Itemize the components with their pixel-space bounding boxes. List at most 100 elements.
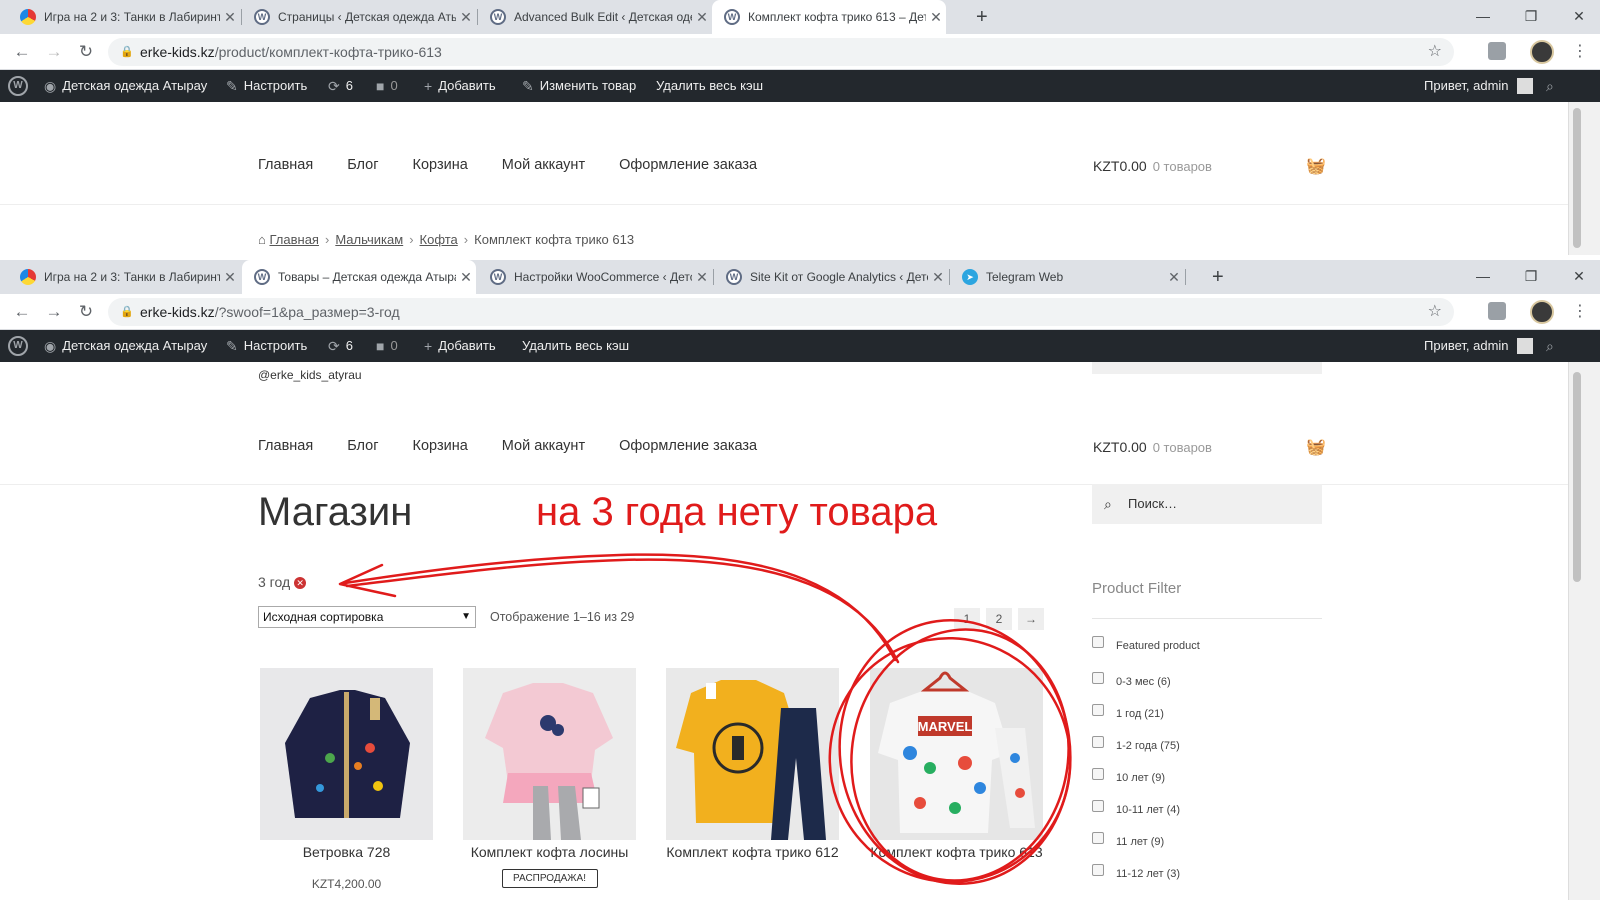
front-tab-4[interactable]: W Site Kit от Google Analytics ‹ Детская… bbox=[714, 260, 948, 294]
basket-icon[interactable]: 🧺 bbox=[1306, 156, 1326, 176]
product-image[interactable]: MARVEL bbox=[870, 668, 1043, 840]
product-image[interactable] bbox=[260, 668, 433, 840]
filter-checkbox[interactable]: Featured product bbox=[1092, 636, 1200, 652]
product-name[interactable]: Комплект кофта лосины bbox=[463, 844, 636, 861]
nav-cart[interactable]: Корзина bbox=[413, 157, 468, 173]
nav-blog[interactable]: Блог bbox=[347, 438, 378, 454]
admin-clear-cache-link[interactable]: Удалить весь кэш bbox=[656, 70, 763, 102]
minimize-button[interactable]: — bbox=[1460, 0, 1506, 34]
close-window-button[interactable]: ✕ bbox=[1556, 260, 1600, 294]
admin-updates-link[interactable]: ⟳ 6 bbox=[328, 70, 353, 102]
nav-home[interactable]: Главная bbox=[258, 157, 313, 173]
close-icon[interactable]: ✕ bbox=[456, 9, 476, 26]
profile-avatar[interactable] bbox=[1530, 300, 1554, 324]
admin-customize-link[interactable]: ✎ Настроить bbox=[226, 70, 307, 102]
filter-checkbox[interactable]: 1-2 года (75) bbox=[1092, 736, 1180, 752]
product-image[interactable] bbox=[463, 668, 636, 840]
nav-checkout[interactable]: Оформление заказа bbox=[619, 157, 757, 173]
product-name[interactable]: Ветровка 728 bbox=[260, 844, 433, 861]
product-search-input[interactable]: ⌕ Поиск… bbox=[1092, 484, 1322, 524]
kebab-menu-icon[interactable]: ⋮ bbox=[1572, 294, 1588, 330]
forward-arrow-icon[interactable]: → bbox=[42, 34, 66, 70]
close-icon[interactable]: ✕ bbox=[456, 269, 476, 286]
front-tab-3[interactable]: W Настройки WooCommerce ‹ Детская ✕ bbox=[478, 260, 712, 294]
back-arrow-icon[interactable]: ← bbox=[10, 294, 34, 330]
header-cart[interactable]: KZT0.00 0 товаров bbox=[1093, 439, 1212, 455]
next-page-link[interactable]: → bbox=[1018, 608, 1044, 630]
close-window-button[interactable]: ✕ bbox=[1556, 0, 1600, 34]
profile-avatar[interactable] bbox=[1530, 40, 1554, 64]
product-card[interactable]: Комплект кофта трико 612 bbox=[666, 668, 839, 861]
wp-logo[interactable]: W bbox=[8, 70, 28, 102]
product-name[interactable]: Комплект кофта трико 612 bbox=[666, 844, 839, 861]
wp-logo[interactable]: W bbox=[8, 330, 28, 362]
restore-button[interactable]: ❐ bbox=[1508, 0, 1554, 34]
product-card[interactable]: Ветровка 728 KZT4,200.00 bbox=[260, 668, 433, 891]
page-2-link[interactable]: 2 bbox=[986, 608, 1012, 630]
product-name[interactable]: Комплект кофта трико 613 bbox=[870, 844, 1043, 861]
back-scrollbar[interactable] bbox=[1568, 102, 1600, 255]
checkbox[interactable] bbox=[1092, 636, 1104, 648]
product-card[interactable]: MARVEL Комплект кофта трико 613 bbox=[870, 668, 1043, 861]
active-filter-chip[interactable]: 3 год ✕ bbox=[258, 574, 307, 590]
reload-icon[interactable]: ↻ bbox=[74, 34, 98, 70]
admin-site-link[interactable]: ◉ Детская одежда Атырау bbox=[44, 330, 207, 362]
address-bar[interactable]: 🔒 erke-kids.kz/product/комплект-кофта-тр… bbox=[108, 38, 1454, 66]
admin-customize-link[interactable]: ✎ Настроить bbox=[226, 330, 307, 362]
admin-search-icon[interactable]: ⌕ bbox=[1546, 70, 1560, 102]
filter-checkbox[interactable]: 10-11 лет (4) bbox=[1092, 800, 1180, 816]
kebab-menu-icon[interactable]: ⋮ bbox=[1572, 34, 1588, 70]
new-tab-button[interactable]: + bbox=[1212, 260, 1224, 294]
admin-account-link[interactable]: Привет, admin bbox=[1424, 330, 1533, 362]
basket-icon[interactable]: 🧺 bbox=[1306, 437, 1326, 457]
close-icon[interactable]: ✕ bbox=[692, 9, 712, 26]
nav-account[interactable]: Мой аккаунт bbox=[502, 157, 585, 173]
nav-blog[interactable]: Блог bbox=[347, 157, 378, 173]
header-cart[interactable]: KZT0.00 0 товаров bbox=[1093, 158, 1212, 174]
close-icon[interactable]: ✕ bbox=[926, 9, 946, 26]
back-tab-4-active[interactable]: W Комплект кофта трико 613 – Детская ✕ bbox=[712, 0, 946, 34]
bookmark-star-icon[interactable]: ☆ bbox=[1428, 38, 1442, 66]
extension-icon[interactable] bbox=[1488, 302, 1506, 320]
filter-checkbox[interactable]: 11-12 лет (3) bbox=[1092, 864, 1180, 880]
checkbox[interactable] bbox=[1092, 672, 1104, 684]
back-tab-1[interactable]: Игра на 2 и 3: Танки в Лабиринте ✕ bbox=[8, 0, 240, 34]
checkbox[interactable] bbox=[1092, 800, 1104, 812]
front-tab-1[interactable]: Игра на 2 и 3: Танки в Лабиринте ✕ bbox=[8, 260, 240, 294]
front-tab-2-active[interactable]: W Товары – Детская одежда Атырау ✕ bbox=[242, 260, 476, 294]
forward-arrow-icon[interactable]: → bbox=[42, 294, 66, 330]
nav-checkout[interactable]: Оформление заказа bbox=[619, 438, 757, 454]
admin-comments-link[interactable]: ■ 0 bbox=[376, 70, 398, 102]
scrollbar-thumb[interactable] bbox=[1573, 108, 1581, 248]
new-tab-button[interactable]: + bbox=[976, 0, 988, 34]
close-icon[interactable]: ✕ bbox=[928, 269, 948, 286]
filter-checkbox[interactable]: 0-3 мес (6) bbox=[1092, 672, 1171, 688]
product-image[interactable] bbox=[666, 668, 839, 840]
checkbox[interactable] bbox=[1092, 736, 1104, 748]
breadcrumb-sweater[interactable]: Кофта bbox=[420, 232, 458, 247]
back-arrow-icon[interactable]: ← bbox=[10, 34, 34, 70]
front-tab-5[interactable]: ➤ Telegram Web ✕ bbox=[950, 260, 1184, 294]
breadcrumb-boys[interactable]: Мальчикам bbox=[335, 232, 403, 247]
checkbox[interactable] bbox=[1092, 864, 1104, 876]
remove-filter-icon[interactable]: ✕ bbox=[294, 577, 307, 589]
admin-add-link[interactable]: + Добавить bbox=[424, 70, 496, 102]
minimize-button[interactable]: — bbox=[1460, 260, 1506, 294]
checkbox[interactable] bbox=[1092, 768, 1104, 780]
admin-account-link[interactable]: Привет, admin bbox=[1424, 70, 1533, 102]
filter-checkbox[interactable]: 1 год (21) bbox=[1092, 704, 1164, 720]
breadcrumb-home[interactable]: Главная bbox=[269, 232, 318, 247]
checkbox[interactable] bbox=[1092, 832, 1104, 844]
scrollbar-thumb[interactable] bbox=[1573, 372, 1581, 582]
close-icon[interactable]: ✕ bbox=[1164, 269, 1184, 286]
back-tab-2[interactable]: W Страницы ‹ Детская одежда Атырау ✕ bbox=[242, 0, 476, 34]
nav-account[interactable]: Мой аккаунт bbox=[502, 438, 585, 454]
reload-icon[interactable]: ↻ bbox=[74, 294, 98, 330]
bookmark-star-icon[interactable]: ☆ bbox=[1428, 298, 1442, 326]
admin-clear-cache-link[interactable]: Удалить весь кэш bbox=[522, 330, 629, 362]
checkbox[interactable] bbox=[1092, 704, 1104, 716]
admin-add-link[interactable]: + Добавить bbox=[424, 330, 496, 362]
back-tab-3[interactable]: W Advanced Bulk Edit ‹ Детская одежда ✕ bbox=[478, 0, 712, 34]
admin-comments-link[interactable]: ■ 0 bbox=[376, 330, 398, 362]
sort-select[interactable]: Исходная сортировка ▼ bbox=[258, 606, 476, 628]
